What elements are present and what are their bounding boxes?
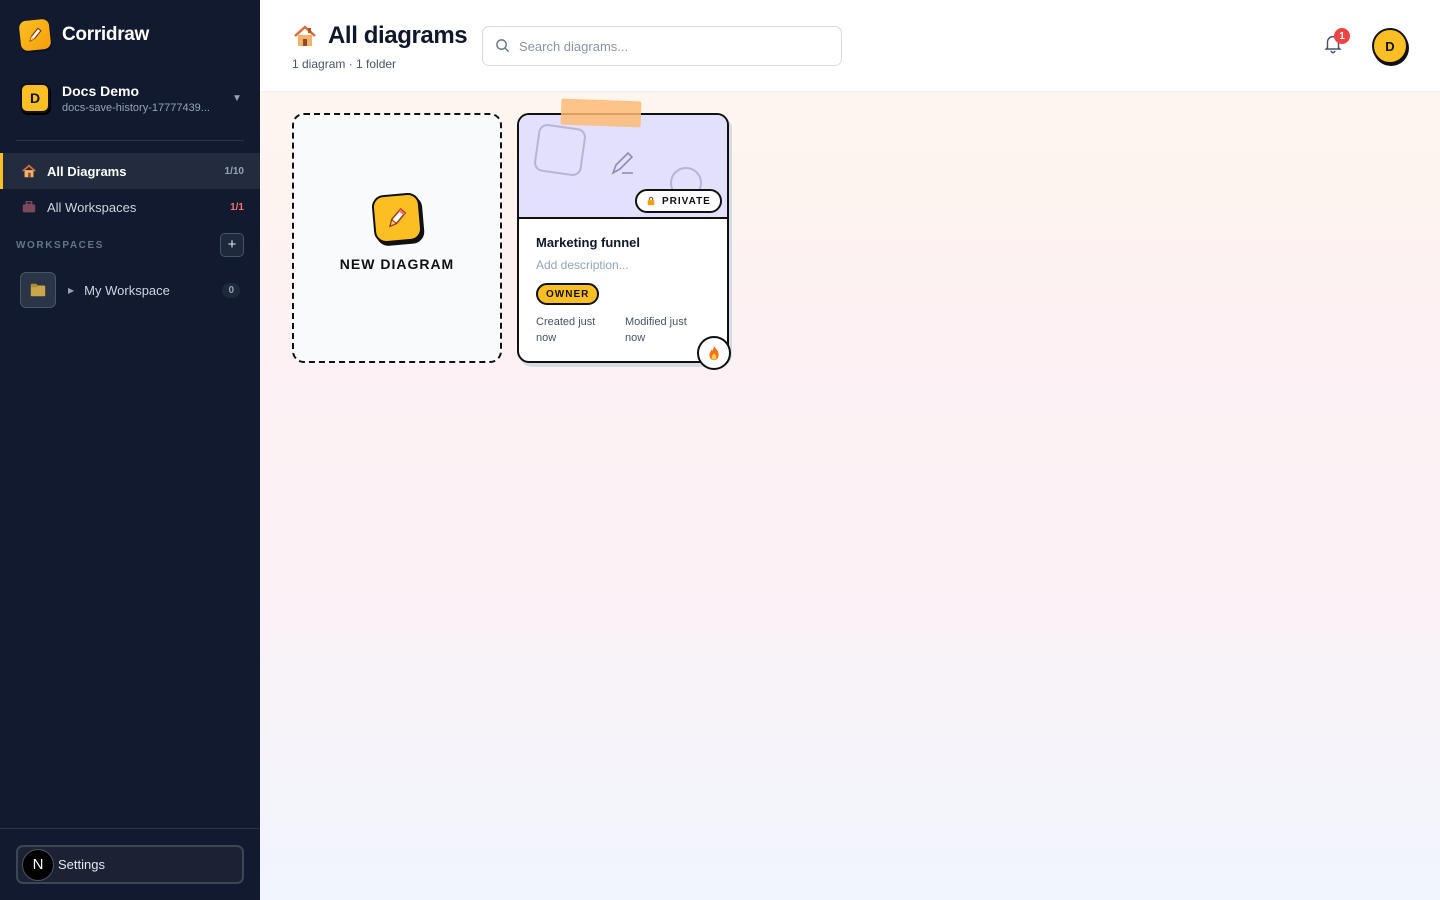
page-subtitle: 1 diagram · 1 folder xyxy=(292,57,397,71)
settings-avatar: N xyxy=(22,848,54,881)
workspaces-header: WORKSPACES + xyxy=(16,232,244,258)
page-title: All diagrams xyxy=(328,22,468,49)
visibility-badge: PRIVATE xyxy=(635,189,722,213)
account-switcher[interactable]: D Docs Demo docs-save-history-17777439..… xyxy=(20,76,244,120)
expand-arrow-icon[interactable]: ▶ xyxy=(68,286,74,295)
sidebar-item-count: 1/10 xyxy=(224,165,244,177)
top-bar: All diagrams 1 diagram · 1 folder 1 D xyxy=(260,0,1440,92)
account-avatar: D xyxy=(20,83,50,113)
house-icon xyxy=(292,23,318,49)
workspaces-title: WORKSPACES xyxy=(16,239,105,251)
diagram-description[interactable]: Add description... xyxy=(536,258,629,272)
sidebar-item-label: All Workspaces xyxy=(47,199,137,215)
main-content: All diagrams 1 diagram · 1 folder 1 D NE… xyxy=(260,0,1440,900)
workspace-item[interactable]: ▶ My Workspace 0 xyxy=(20,272,244,308)
workspace-count: 0 xyxy=(222,282,240,298)
sidebar-footer-divider xyxy=(0,828,260,829)
diagram-thumbnail: PRIVATE xyxy=(519,115,727,219)
visibility-label: PRIVATE xyxy=(662,195,711,207)
settings-label: Settings xyxy=(58,857,105,872)
search-box[interactable] xyxy=(482,26,842,66)
add-workspace-button[interactable]: + xyxy=(220,233,244,257)
brand[interactable]: Corridraw xyxy=(18,18,150,52)
diagram-title: Marketing funnel xyxy=(536,235,641,250)
sidebar-item-label: All Diagrams xyxy=(47,163,127,179)
account-name: Docs Demo xyxy=(62,82,140,99)
folder-icon xyxy=(20,272,56,308)
sidebar-divider xyxy=(16,140,244,141)
search-icon xyxy=(495,38,511,54)
diagram-card[interactable]: PRIVATE Marketing funnel Add description… xyxy=(517,113,731,370)
fire-icon xyxy=(697,336,731,370)
created-time: Created just now xyxy=(536,316,596,344)
account-slug: docs-save-history-17777439... xyxy=(62,101,210,114)
brand-name: Corridraw xyxy=(62,24,150,45)
search-input[interactable] xyxy=(519,38,829,54)
pencil-icon xyxy=(370,191,424,245)
new-diagram-label: NEW DIAGRAM xyxy=(339,256,455,272)
house-icon xyxy=(20,162,38,180)
sidebar: Corridraw D Docs Demo docs-save-history-… xyxy=(0,0,260,900)
role-badge: OWNER xyxy=(536,283,600,305)
new-diagram-card[interactable]: NEW DIAGRAM xyxy=(292,113,502,363)
workspace-label: My Workspace xyxy=(84,282,170,298)
notification-badge: 1 xyxy=(1334,28,1350,44)
sidebar-item-all-workspaces[interactable]: All Workspaces 1/1 xyxy=(0,189,260,225)
briefcase-icon xyxy=(20,198,38,216)
tape-decoration xyxy=(560,98,642,128)
lock-icon xyxy=(647,196,655,206)
chevron-down-icon: ▼ xyxy=(232,92,242,104)
sidebar-item-count: 1/1 xyxy=(230,201,244,213)
user-avatar[interactable]: D xyxy=(1372,28,1408,64)
settings-button[interactable]: N Settings xyxy=(16,845,244,884)
modified-time: Modified just now xyxy=(625,316,687,344)
brand-logo-icon xyxy=(18,18,52,52)
sidebar-item-all-diagrams[interactable]: All Diagrams 1/10 xyxy=(0,153,260,189)
notifications-button[interactable]: 1 xyxy=(1322,28,1350,56)
